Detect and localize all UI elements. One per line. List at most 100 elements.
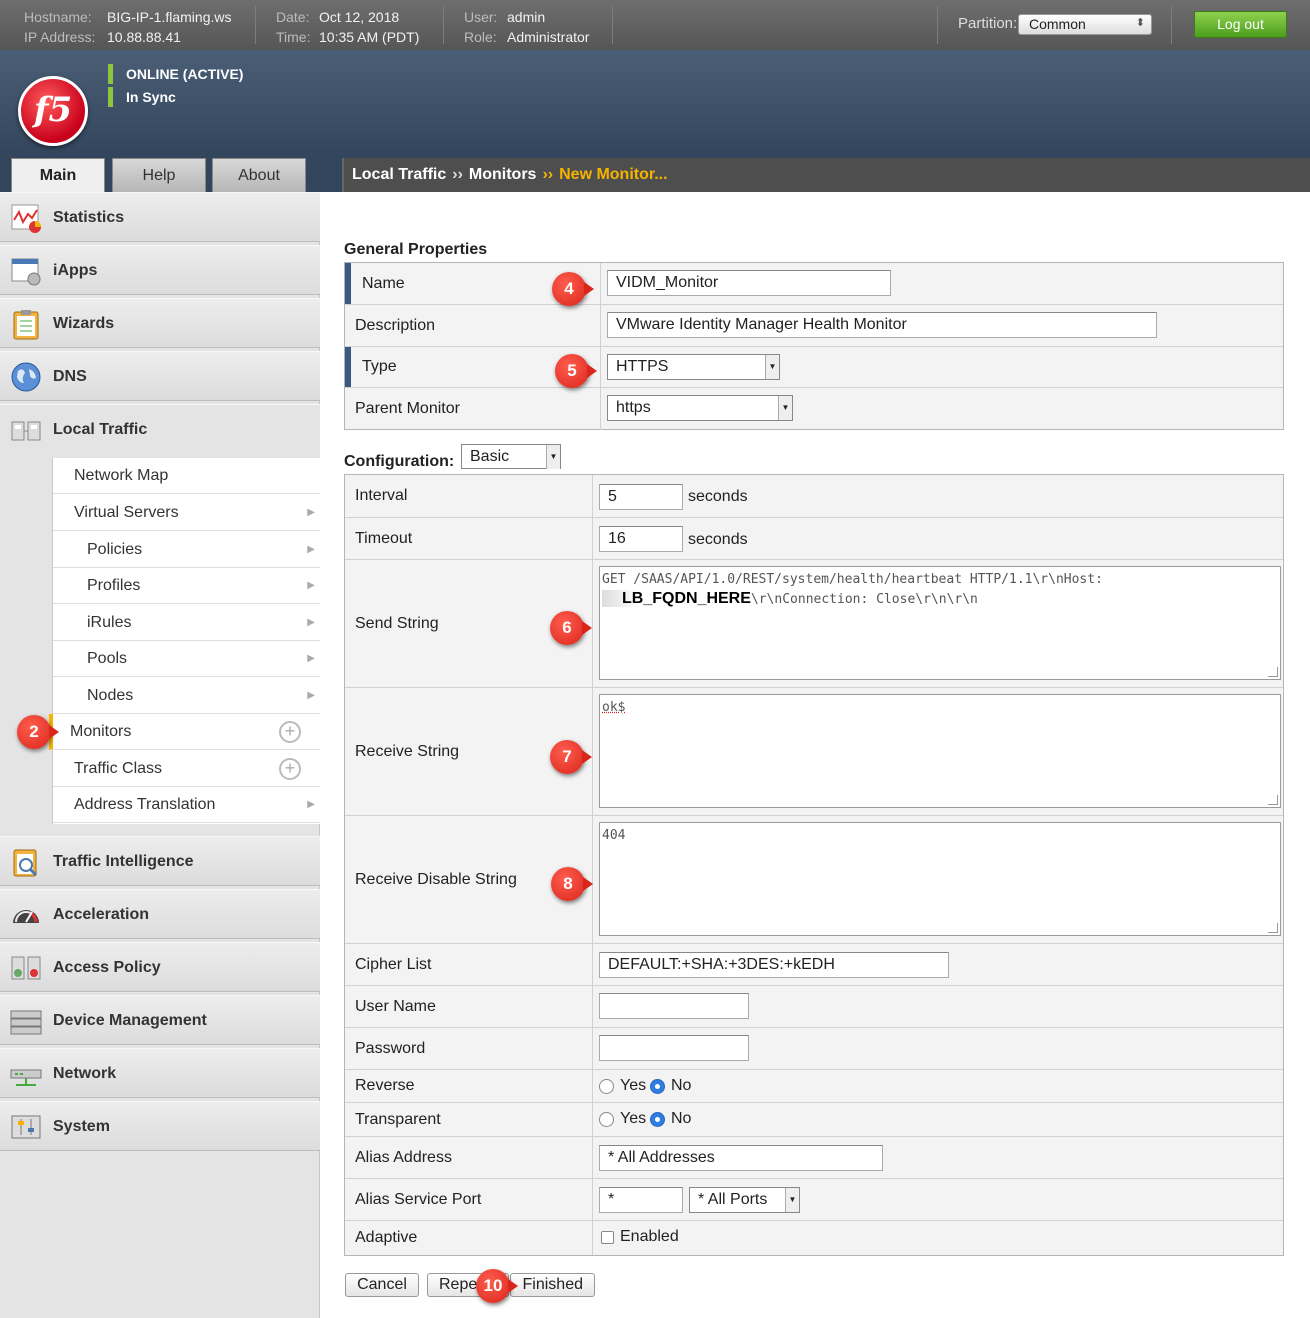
submenu-label: iRules: [87, 614, 132, 631]
network-icon: [10, 1069, 42, 1086]
submenu-nodes[interactable]: Nodes ▶: [53, 678, 321, 714]
description-input[interactable]: VMware Identity Manager Health Monitor: [607, 312, 1157, 338]
partition-select[interactable]: Common ⬍: [1018, 14, 1152, 35]
clipboard-icon: [13, 310, 39, 340]
sidebar-item-dns[interactable]: DNS: [0, 351, 320, 401]
submenu-label: Address Translation: [74, 796, 216, 813]
row-send-string: Send String GET /SAAS/API/1.0/REST/syste…: [345, 560, 1283, 688]
system-icon: [11, 1115, 41, 1139]
send-string-textarea[interactable]: GET /SAAS/API/1.0/REST/system/health/hea…: [599, 566, 1281, 680]
chevron-right-icon: ››: [452, 166, 463, 183]
submenu-virtual-servers[interactable]: Virtual Servers ▶: [53, 495, 321, 531]
row-transparent: Transparent Yes No: [345, 1103, 1283, 1137]
reverse-no-radio[interactable]: [650, 1079, 665, 1094]
submenu-label: Nodes: [87, 687, 134, 704]
sidebar-item-network[interactable]: Network: [0, 1048, 320, 1098]
sidebar-item-iapps[interactable]: iApps: [0, 245, 320, 295]
transparent-label: Transparent: [345, 1103, 593, 1136]
type-select[interactable]: HTTPS ▼: [607, 354, 780, 380]
sidebar-item-acceleration[interactable]: Acceleration: [0, 889, 320, 939]
sidebar-item-label: Traffic Intelligence: [53, 853, 194, 870]
general-properties-table: Name VIDM_Monitor Description VMware Ide…: [344, 262, 1284, 430]
divider: [612, 6, 613, 44]
submenu-monitors[interactable]: Monitors +: [49, 714, 321, 750]
name-input[interactable]: VIDM_Monitor: [607, 270, 891, 296]
sidebar-item-statistics[interactable]: Statistics: [0, 192, 320, 242]
receive-disable-string-textarea[interactable]: 404: [599, 822, 1281, 936]
configuration-mode-select[interactable]: Basic ▼: [461, 444, 561, 469]
dropdown-arrow-icon: ▼: [778, 396, 792, 420]
resize-grip-icon[interactable]: [1268, 923, 1278, 933]
cipher-list-input[interactable]: DEFAULT:+SHA:+3DES:+kEDH: [599, 952, 949, 978]
chevron-right-icon: ▶: [307, 544, 315, 555]
sidebar-item-wizards[interactable]: Wizards: [0, 298, 320, 348]
sidebar-item-traffic-intelligence[interactable]: Traffic Intelligence: [0, 836, 320, 886]
chevron-right-icon: ▶: [307, 690, 315, 701]
row-receive-disable-string: Receive Disable String 404: [345, 816, 1283, 944]
sidebar-item-label: Statistics: [53, 209, 125, 226]
submenu-network-map[interactable]: Network Map: [53, 458, 321, 494]
finished-button[interactable]: Finished: [510, 1273, 595, 1297]
breadcrumb-local-traffic[interactable]: Local Traffic: [352, 166, 446, 183]
cancel-button[interactable]: Cancel: [345, 1273, 419, 1297]
submenu-address-translation[interactable]: Address Translation ▶: [53, 787, 321, 823]
plus-circle-icon[interactable]: +: [279, 758, 301, 780]
send-string-line: \r\nConnection: Close\r\n\r\n: [750, 592, 978, 607]
sidebar-item-local-traffic[interactable]: Local Traffic: [0, 404, 320, 458]
step-badge: 4: [552, 272, 594, 306]
sidebar-item-label: Acceleration: [53, 906, 150, 923]
interval-input[interactable]: 5: [599, 484, 683, 510]
password-label: Password: [345, 1028, 593, 1069]
sidebar-item-system[interactable]: System: [0, 1101, 320, 1151]
user-name-input[interactable]: [599, 993, 749, 1019]
parent-monitor-select[interactable]: https ▼: [607, 395, 793, 421]
submenu-irules[interactable]: iRules ▶: [53, 605, 321, 641]
adaptive-checkbox[interactable]: [601, 1231, 614, 1244]
alias-port-input[interactable]: *: [599, 1187, 683, 1213]
updown-icon: ⬍: [1135, 17, 1145, 29]
globe-icon: [11, 362, 41, 392]
submenu-label: Monitors: [70, 723, 132, 740]
timeout-input[interactable]: 16: [599, 526, 683, 552]
resize-grip-icon[interactable]: [1268, 667, 1278, 677]
tab-about[interactable]: About: [212, 158, 306, 192]
plus-circle-icon[interactable]: +: [279, 721, 301, 743]
speedometer-icon: [13, 910, 39, 923]
row-user-name: User Name: [345, 986, 1283, 1028]
app-header: f5 ONLINE (ACTIVE) In Sync: [0, 50, 1310, 158]
top-info-bar: Hostname: BIG-IP-1.flaming.ws IP Address:…: [0, 0, 1310, 50]
receive-string-value: ok$: [602, 700, 626, 715]
logout-button[interactable]: Log out: [1194, 11, 1287, 38]
type-value: HTTPS: [616, 358, 669, 375]
role-label: Role:: [464, 29, 497, 45]
chevron-right-icon: ▶: [307, 799, 315, 810]
submenu-profiles[interactable]: Profiles ▶: [53, 568, 321, 604]
date-value: Oct 12, 2018: [319, 9, 400, 25]
row-adaptive: Adaptive Enabled: [345, 1221, 1283, 1255]
password-input[interactable]: [599, 1035, 749, 1061]
transparent-yes-radio[interactable]: [599, 1112, 614, 1127]
role-value: Administrator: [507, 29, 590, 45]
submenu-traffic-class[interactable]: Traffic Class +: [53, 751, 321, 787]
divider: [255, 6, 256, 44]
resize-grip-icon[interactable]: [1268, 795, 1278, 805]
chevron-right-icon: ▶: [307, 617, 315, 628]
transparent-no-radio[interactable]: [650, 1112, 665, 1127]
tab-help[interactable]: Help: [112, 158, 206, 192]
sidebar-item-access-policy[interactable]: Access Policy: [0, 942, 320, 992]
submenu-pools[interactable]: Pools ▶: [53, 641, 321, 677]
sidebar-item-device-management[interactable]: Device Management: [0, 995, 320, 1045]
submenu-label: Profiles: [87, 577, 141, 594]
breadcrumb-monitors[interactable]: Monitors: [469, 166, 537, 183]
row-reverse: Reverse Yes No: [345, 1070, 1283, 1103]
receive-string-textarea[interactable]: ok$: [599, 694, 1281, 808]
step-badge: 5: [555, 354, 597, 388]
alias-address-input[interactable]: * All Addresses: [599, 1145, 883, 1171]
reverse-yes-radio[interactable]: [599, 1079, 614, 1094]
row-type: Type HTTPS ▼: [345, 347, 1283, 388]
submenu-policies[interactable]: Policies ▶: [53, 532, 321, 568]
tab-main[interactable]: Main: [11, 158, 105, 192]
alias-port-select[interactable]: * All Ports ▼: [689, 1187, 800, 1213]
row-alias-address: Alias Address * All Addresses: [345, 1137, 1283, 1179]
status-online: ONLINE (ACTIVE): [108, 64, 243, 84]
